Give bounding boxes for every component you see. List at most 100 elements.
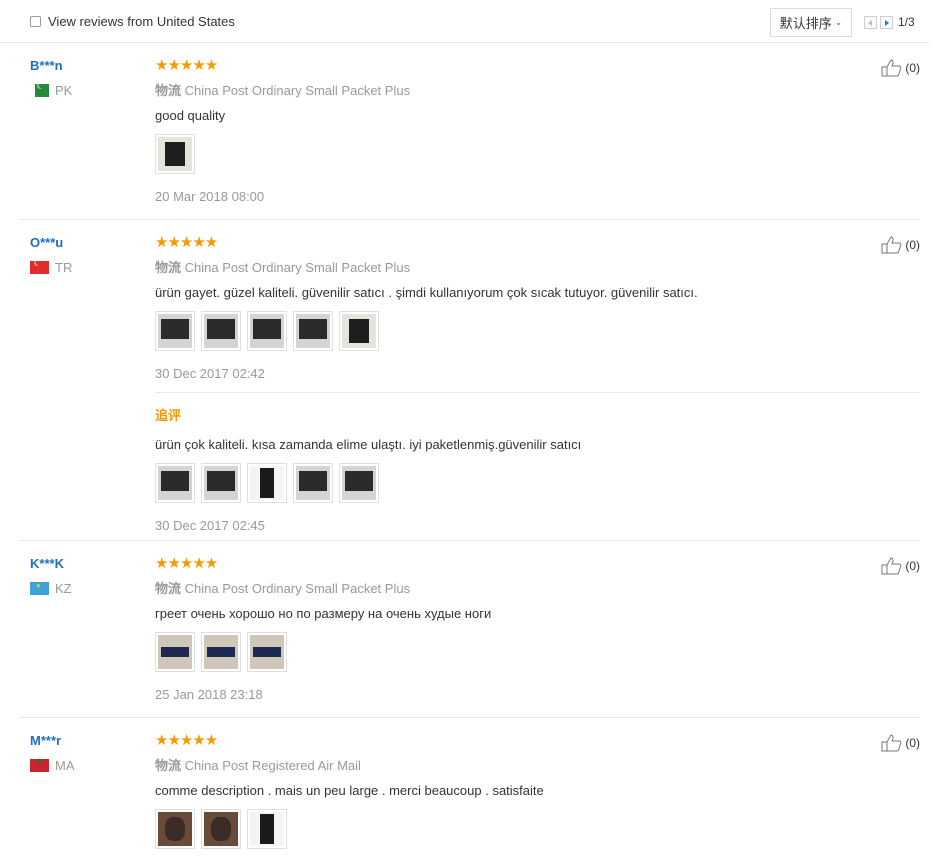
shipping-method-text: China Post Registered Air Mail (184, 758, 361, 773)
shipping-label: 物流 (155, 581, 182, 596)
review-body: ★★★★★ 物流 China Post Ordinary Small Packe… (155, 556, 920, 702)
review-item: K***K KZ ★★★★★ 物流 China Post Ordinary Sm… (20, 541, 920, 718)
review-body: ★★★★★ 物流 China Post Registered Air Mail … (155, 733, 920, 849)
next-page-button[interactable] (880, 15, 893, 29)
followup-date: 30 Dec 2017 02:45 (155, 518, 265, 533)
star-rating: ★★★★★ (155, 732, 218, 749)
review-photos (155, 311, 920, 351)
shipping-method: 物流 China Post Ordinary Small Packet Plus (155, 578, 920, 597)
country-code: TR (55, 260, 73, 275)
pagination: 1/3 (864, 15, 915, 29)
reviewer-name[interactable]: B***n (30, 58, 72, 73)
review-item: M***r MA ★★★★★ 物流 China Post Registered … (20, 718, 920, 858)
turkey-flag-icon (30, 258, 49, 274)
helpful-button[interactable]: (0) (881, 236, 920, 254)
shipping-label: 物流 (155, 260, 182, 275)
review-photo-thumbnail[interactable] (247, 809, 287, 849)
review-photo-thumbnail[interactable] (155, 311, 195, 351)
us-reviews-filter[interactable]: View reviews from United States (30, 14, 235, 29)
review-photo-thumbnail[interactable] (201, 463, 241, 503)
reviewer-country: TR (30, 258, 73, 275)
reviewer-country: MA (30, 757, 75, 773)
followup-text: ürün çok kaliteli. kısa zamanda elime ul… (155, 437, 582, 452)
sort-dropdown[interactable]: 默认排序 ⌄ (770, 8, 852, 37)
prev-page-button[interactable] (864, 15, 877, 29)
review-photo-thumbnail[interactable] (201, 311, 241, 351)
followup-label: 追评 (155, 408, 182, 423)
review-body: ★★★★★ 物流 China Post Ordinary Small Packe… (155, 58, 920, 204)
reviewer-info: O***u TR (30, 235, 72, 275)
review-item: O***u TR ★★★★★ 物流 China Post Ordinary Sm… (20, 220, 920, 541)
page-indicator: 1/3 (898, 15, 915, 29)
review-text: ürün gayet. güzel kaliteli. güvenilir sa… (155, 285, 698, 300)
helpful-count: (0) (905, 61, 920, 75)
shipping-method-text: China Post Ordinary Small Packet Plus (184, 581, 411, 596)
reviewer-country: KZ (30, 581, 72, 596)
review-date: 25 Jan 2018 23:18 (155, 687, 263, 702)
review-item: B***n PK ★★★★★ 物流 China Post Ordinary Sm… (20, 43, 920, 220)
country-code: MA (55, 758, 75, 773)
helpful-count: (0) (905, 559, 920, 573)
pakistan-flag-icon (30, 81, 49, 97)
helpful-button[interactable]: (0) (881, 59, 920, 77)
us-reviews-filter-label: View reviews from United States (48, 14, 235, 29)
thumbs-up-icon (881, 557, 902, 575)
reviewer-name[interactable]: M***r (30, 733, 75, 748)
thumbs-up-icon (881, 59, 902, 77)
review-photos (155, 134, 920, 174)
reviewer-info: M***r MA (30, 733, 75, 773)
followup-photos (155, 463, 920, 503)
thumbs-up-icon (881, 734, 902, 752)
review-photo-thumbnail[interactable] (155, 463, 195, 503)
review-photo-thumbnail[interactable] (155, 134, 195, 174)
review-photo-thumbnail[interactable] (201, 809, 241, 849)
country-code: PK (55, 83, 73, 98)
review-photo-thumbnail[interactable] (201, 632, 241, 672)
chevron-down-icon: ⌄ (834, 17, 843, 27)
reviewer-country: PK (30, 81, 73, 98)
reviewer-info: B***n PK (30, 58, 72, 98)
star-rating: ★★★★★ (155, 234, 218, 251)
review-photos (155, 632, 920, 672)
review-text: comme description . mais un peu large . … (155, 783, 544, 798)
shipping-method: 物流 China Post Ordinary Small Packet Plus (155, 80, 920, 99)
review-text: греет очень хорошо но по размеру на очен… (155, 606, 492, 621)
morocco-flag-icon (30, 757, 49, 772)
reviewer-info: K***K KZ (30, 556, 72, 596)
review-photo-thumbnail[interactable] (339, 463, 379, 503)
review-date: 30 Dec 2017 02:42 (155, 366, 265, 381)
shipping-label: 物流 (155, 83, 182, 98)
review-body: ★★★★★ 物流 China Post Ordinary Small Packe… (155, 235, 920, 533)
reviewer-name[interactable]: K***K (30, 556, 72, 571)
followup-divider (155, 392, 920, 393)
helpful-button[interactable]: (0) (881, 734, 920, 752)
review-photo-thumbnail[interactable] (339, 311, 379, 351)
kazakhstan-flag-icon (30, 581, 49, 595)
review-toolbar: View reviews from United States 默认排序 ⌄ 1… (0, 0, 930, 43)
reviewer-name[interactable]: O***u (30, 235, 72, 250)
sort-dropdown-label: 默认排序 (779, 16, 832, 31)
star-rating: ★★★★★ (155, 57, 218, 74)
shipping-method: 物流 China Post Registered Air Mail (155, 755, 920, 774)
review-photo-thumbnail[interactable] (247, 311, 287, 351)
review-photo-thumbnail[interactable] (247, 632, 287, 672)
helpful-button[interactable]: (0) (881, 557, 920, 575)
helpful-count: (0) (905, 736, 920, 750)
shipping-method: 物流 China Post Ordinary Small Packet Plus (155, 257, 920, 276)
helpful-count: (0) (905, 238, 920, 252)
review-text: good quality (155, 108, 226, 123)
thumbs-up-icon (881, 236, 902, 254)
review-photo-thumbnail[interactable] (293, 311, 333, 351)
shipping-label: 物流 (155, 758, 182, 773)
star-rating: ★★★★★ (155, 555, 218, 572)
review-photo-thumbnail[interactable] (155, 632, 195, 672)
review-photo-thumbnail[interactable] (247, 463, 287, 503)
review-photo-thumbnail[interactable] (155, 809, 195, 849)
review-date: 20 Mar 2018 08:00 (155, 189, 265, 204)
us-reviews-checkbox[interactable] (30, 16, 41, 27)
review-photos (155, 809, 920, 849)
review-photo-thumbnail[interactable] (293, 463, 333, 503)
shipping-method-text: China Post Ordinary Small Packet Plus (184, 83, 411, 98)
country-code: KZ (55, 581, 72, 596)
shipping-method-text: China Post Ordinary Small Packet Plus (184, 260, 411, 275)
